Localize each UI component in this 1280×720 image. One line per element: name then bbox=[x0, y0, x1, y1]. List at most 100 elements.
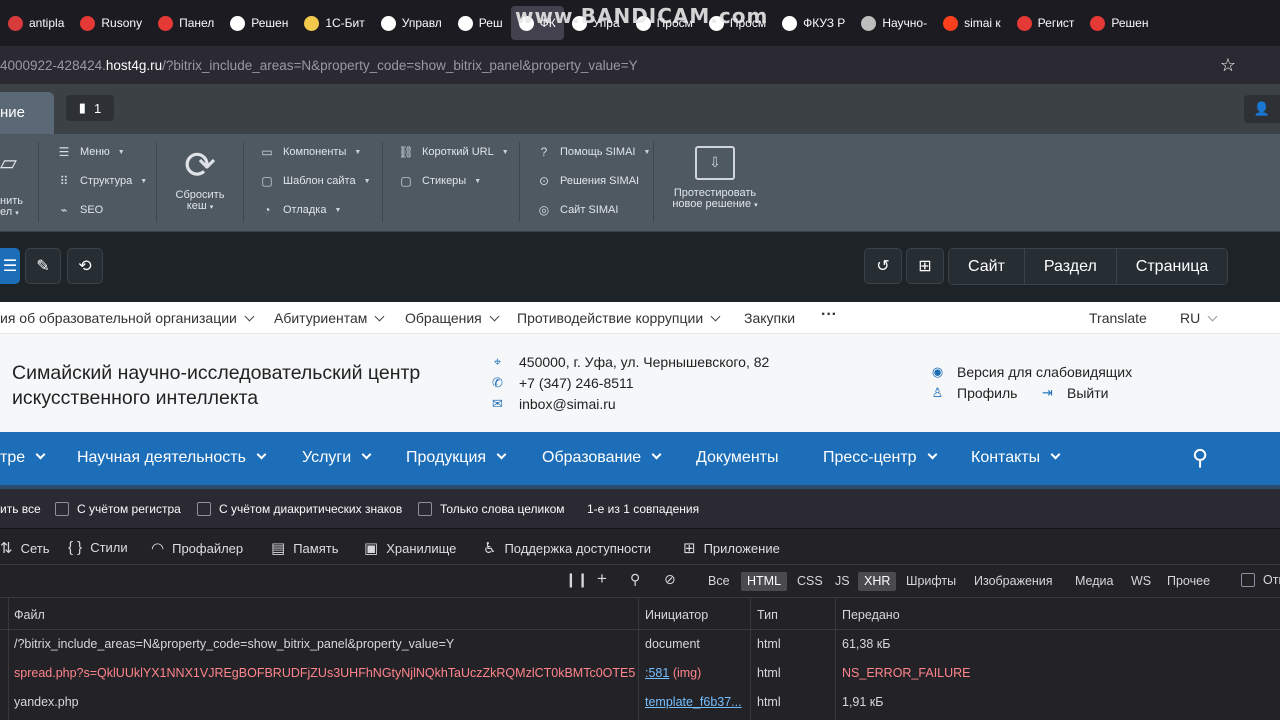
match-case-checkbox[interactable]: С учётом регистра bbox=[55, 502, 181, 516]
table-row[interactable]: yandex.php template_f6b37... html 1,91 к… bbox=[0, 688, 1280, 717]
scope-site-button[interactable]: Сайт bbox=[949, 249, 1024, 284]
filter-css[interactable]: CSS bbox=[791, 572, 829, 591]
devtools-tab-storage[interactable]: ▣ Хранилище bbox=[364, 539, 456, 557]
main-nav-item[interactable]: Контакты bbox=[971, 449, 1061, 467]
table-row[interactable]: /?bitrix_include_areas=N&property_code=s… bbox=[0, 630, 1280, 659]
user-menu-icon[interactable]: 👤 bbox=[1244, 95, 1280, 123]
components-tool-button[interactable]: ▭ Компоненты ▼ bbox=[259, 145, 361, 159]
debug-tool-button[interactable]: ◔ Отладка ▼ bbox=[259, 203, 341, 217]
table-row[interactable]: spread.php?s=QklUUklYX1NNX1VJREgBOFBRUDF… bbox=[0, 659, 1280, 688]
top-menu-item[interactable]: Обращения bbox=[405, 310, 500, 326]
scope-section-button[interactable]: Раздел bbox=[1023, 249, 1116, 284]
seo-tool-button[interactable]: ⌁ SEO bbox=[56, 203, 103, 217]
request-initiator[interactable]: template_f6b37... bbox=[645, 695, 745, 709]
help-simai-button[interactable]: ? Помощь SIMAI ▼ bbox=[536, 145, 651, 159]
filter-ws[interactable]: WS bbox=[1125, 572, 1157, 591]
site-simai-button[interactable]: ◎ Сайт SIMAI bbox=[536, 203, 619, 217]
devtools-tab-styles[interactable]: { } Стили bbox=[68, 539, 128, 556]
solutions-simai-button[interactable]: ⊙ Решения SIMAI bbox=[536, 174, 639, 188]
column-header-initiator[interactable]: Инициатор bbox=[645, 608, 708, 622]
diacritics-checkbox[interactable]: С учётом диакритических знаков bbox=[197, 502, 402, 516]
address-bar[interactable]: 4000922-428424.host4g.ru/?bitrix_include… bbox=[0, 46, 1280, 84]
devtools-tab-network[interactable]: ⇅ Сеть bbox=[0, 539, 50, 557]
stickers-tool-button[interactable]: ▢ Стикеры ▼ bbox=[398, 174, 481, 188]
site-template-tool-button[interactable]: ▢ Шаблон сайта ▼ bbox=[259, 174, 370, 188]
column-header-transferred[interactable]: Передано bbox=[842, 608, 900, 622]
browser-tab[interactable]: Регист bbox=[1009, 0, 1083, 46]
filter-images[interactable]: Изображения bbox=[968, 572, 1059, 591]
main-nav-item[interactable]: Пресс-центр bbox=[823, 449, 938, 467]
email-info[interactable]: ✉ inbox@simai.ru bbox=[490, 396, 616, 412]
column-header-type[interactable]: Тип bbox=[757, 608, 778, 622]
browser-tab[interactable]: Научно- bbox=[853, 0, 935, 46]
edit-panel-button[interactable]: нить ел ▾ bbox=[0, 196, 23, 219]
filter-fonts[interactable]: Шрифты bbox=[900, 572, 962, 591]
structure-tool-button[interactable]: ⠿ Структура ▼ bbox=[56, 174, 148, 188]
pause-icon[interactable]: ❙❙ bbox=[565, 571, 588, 588]
top-menu-item[interactable]: Закупки bbox=[744, 310, 795, 326]
translate-link[interactable]: Translate bbox=[1089, 310, 1147, 326]
devtools-tab-profiler[interactable]: ◠ Профайлер bbox=[151, 539, 243, 557]
organization-name[interactable]: Симайский научно-исследовательский центр… bbox=[12, 361, 420, 411]
top-menu-item[interactable]: ия об образовательной организации bbox=[0, 310, 255, 326]
disable-cache-checkbox[interactable]: Отк bbox=[1241, 573, 1280, 587]
whole-words-checkbox[interactable]: Только слова целиком bbox=[418, 502, 565, 516]
edit-icon[interactable]: ▱ bbox=[0, 150, 17, 176]
refresh-icon: ⟳ bbox=[184, 145, 216, 187]
highlight-all-option[interactable]: ить все bbox=[0, 502, 41, 516]
filter-other[interactable]: Прочее bbox=[1161, 572, 1216, 591]
devtools-tab-application[interactable]: ⊞ Приложение bbox=[683, 539, 780, 557]
main-nav-item[interactable]: Образование bbox=[542, 449, 662, 467]
block-icon[interactable]: ⊘ bbox=[664, 571, 676, 588]
settings-sliders-icon[interactable]: ☰ bbox=[0, 248, 20, 284]
main-nav-item[interactable]: тре bbox=[0, 449, 46, 467]
menu-tool-button[interactable]: ☰ Меню ▼ bbox=[56, 145, 125, 159]
undo-icon[interactable]: ↺ bbox=[864, 248, 902, 284]
browser-tab[interactable]: antipla bbox=[0, 0, 72, 46]
logout-link[interactable]: ⇥ Выйти bbox=[1040, 385, 1108, 401]
bookmark-star-icon[interactable]: ☆ bbox=[1220, 55, 1236, 76]
browser-tab[interactable]: Решен bbox=[1082, 0, 1156, 46]
short-url-tool-button[interactable]: ⛓ Короткий URL ▼ bbox=[398, 145, 508, 159]
main-nav-item[interactable]: Научная деятельность bbox=[77, 449, 267, 467]
test-new-solution-button[interactable]: ⇩ Протестировать новое решение ▾ bbox=[668, 146, 762, 211]
scope-page-button[interactable]: Страница bbox=[1115, 249, 1228, 284]
main-nav-item[interactable]: Продукция bbox=[406, 449, 507, 467]
browser-tab[interactable]: Реш bbox=[450, 0, 511, 46]
search-icon[interactable]: ⚲ bbox=[630, 571, 640, 588]
accessibility-version-link[interactable]: ◉ Версия для слабовидящих bbox=[930, 364, 1132, 380]
browser-tab[interactable]: simai к bbox=[935, 0, 1009, 46]
bitrix-admin-tab[interactable]: ние bbox=[0, 92, 54, 134]
browser-tab[interactable]: Панел bbox=[150, 0, 222, 46]
column-header-file[interactable]: Файл bbox=[14, 608, 45, 622]
pencil-icon[interactable]: ✎ bbox=[25, 248, 61, 284]
url-text[interactable]: 4000922-428424.host4g.ru/?bitrix_include… bbox=[0, 58, 638, 73]
browser-tab[interactable]: Управл bbox=[373, 0, 450, 46]
list-icon: ☰ bbox=[58, 145, 70, 159]
browser-tab[interactable]: 1С-Бит bbox=[296, 0, 372, 46]
filter-xhr[interactable]: XHR bbox=[858, 572, 897, 591]
phone-info[interactable]: ✆ +7 (347) 246-8511 bbox=[490, 375, 634, 391]
reset-cache-button[interactable]: ⟳ Сбросить кеш ▾ bbox=[172, 142, 228, 213]
filter-js[interactable]: JS bbox=[829, 572, 856, 591]
top-menu-item[interactable]: Абитуриентам bbox=[274, 310, 385, 326]
add-icon[interactable]: + bbox=[597, 569, 607, 589]
language-select[interactable]: RU bbox=[1180, 310, 1218, 326]
browser-tab[interactable]: Rusony bbox=[72, 0, 150, 46]
browser-tab[interactable]: Решен bbox=[222, 0, 296, 46]
search-icon[interactable]: ⚲ bbox=[1192, 445, 1208, 471]
more-dots-icon[interactable]: ··· bbox=[821, 306, 837, 324]
top-menu-item[interactable]: Противодействие коррупции bbox=[517, 310, 721, 326]
filter-all[interactable]: Все bbox=[702, 572, 736, 591]
filter-html[interactable]: HTML bbox=[741, 572, 788, 591]
main-nav-item[interactable]: Документы bbox=[696, 449, 778, 467]
devtools-tab-accessibility[interactable]: ♿ Поддержка доступности bbox=[483, 539, 651, 557]
profile-link[interactable]: ♙ Профиль bbox=[930, 385, 1018, 401]
browser-tab[interactable]: ФКУЗ Р bbox=[774, 0, 853, 46]
filter-media[interactable]: Медиа bbox=[1069, 572, 1119, 591]
grid-layout-icon[interactable]: ⊞ bbox=[906, 248, 944, 284]
devtools-tab-memory[interactable]: ▤ Память bbox=[271, 539, 338, 557]
notifications-button[interactable]: ▮ 1 bbox=[66, 95, 114, 121]
sync-icon[interactable]: ⟲ bbox=[67, 248, 103, 284]
main-nav-item[interactable]: Услуги bbox=[302, 449, 372, 467]
